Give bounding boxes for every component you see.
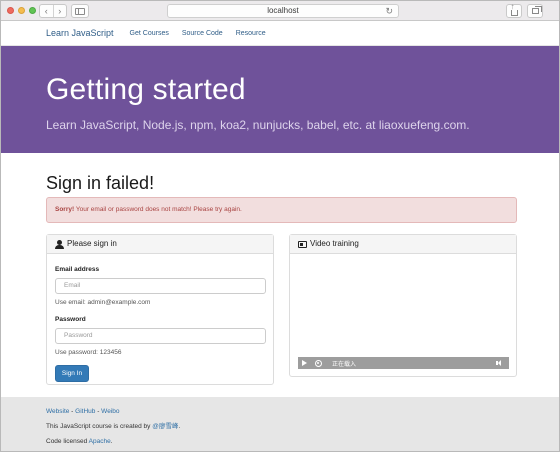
browser-toolbar: ‹ › localhost ↻ <box>1 1 559 21</box>
history-navigation: ‹ › <box>39 4 67 18</box>
play-icon[interactable] <box>302 360 307 366</box>
zoom-window-button[interactable] <box>29 7 36 14</box>
close-window-button[interactable] <box>7 7 14 14</box>
video-icon <box>298 240 307 248</box>
video-heading-text: Video training <box>310 239 359 248</box>
footer-link-website[interactable]: Website <box>46 408 69 415</box>
signin-form: Email address Email Use email: admin@exa… <box>47 254 273 382</box>
sidebar-toggle-button[interactable] <box>71 4 89 18</box>
alert-message: Your email or password does not match! P… <box>74 206 242 213</box>
footer-license-suffix: . <box>110 438 113 445</box>
jumbotron-title: Getting started <box>46 73 246 106</box>
footer-course-suffix: . <box>178 423 181 430</box>
nav-link-source-code[interactable]: Source Code <box>182 30 223 37</box>
video-controls: 正在载入 <box>298 357 509 369</box>
footer-license-prefix: Code licensed <box>46 438 89 445</box>
footer-link-weibo[interactable]: Weibo <box>101 408 119 415</box>
footer-author-link[interactable]: @廖雪峰 <box>152 423 178 430</box>
forward-icon[interactable]: › <box>54 5 67 17</box>
brand-link[interactable]: Learn JavaScript <box>46 28 114 38</box>
video-panel-heading: Video training <box>290 235 516 254</box>
share-icon <box>510 2 518 16</box>
browser-window: ‹ › localhost ↻ Learn JavaScript Get Cou… <box>0 0 560 452</box>
password-label: Password <box>55 316 86 323</box>
footer-license-link[interactable]: Apache <box>89 438 111 445</box>
sidebar-icon <box>75 7 85 15</box>
site-footer: Website - GitHub - Weibo This JavaScript… <box>1 397 559 451</box>
address-bar[interactable]: localhost ↻ <box>167 4 399 18</box>
nav-link-get-courses[interactable]: Get Courses <box>130 30 169 37</box>
reload-icon[interactable]: ↻ <box>385 5 393 17</box>
alert-strong: Sorry! <box>55 206 75 213</box>
footer-link-github[interactable]: GitHub <box>75 408 95 415</box>
footer-course-prefix: This JavaScript course is created by <box>46 423 153 430</box>
minimize-window-button[interactable] <box>18 7 25 14</box>
email-label: Email address <box>55 266 100 273</box>
password-field[interactable]: Password <box>55 328 266 344</box>
jumbotron: Getting started Learn JavaScript, Node.j… <box>1 46 559 153</box>
site-navbar: Learn JavaScript Get Courses Source Code… <box>1 21 559 46</box>
signin-heading-text: Please sign in <box>67 239 117 248</box>
signin-panel-heading: Please sign in <box>47 235 273 254</box>
tab-overview-button[interactable] <box>527 4 543 18</box>
address-text: localhost <box>267 6 299 15</box>
footer-links: Website - GitHub - Weibo <box>46 407 516 420</box>
page-title: Sign in failed! <box>46 173 155 193</box>
footer-course-credit: This JavaScript course is created by @廖雪… <box>46 422 516 435</box>
sign-in-button[interactable]: Sign In <box>55 365 89 382</box>
main-content: Sign in failed! Sorry! Your email or pas… <box>1 153 559 397</box>
video-player[interactable]: 正在载入 <box>298 262 509 369</box>
jumbotron-subtitle: Learn JavaScript, Node.js, npm, koa2, nu… <box>46 118 470 132</box>
signin-panel: Please sign in Email address Email Use e… <box>46 234 274 385</box>
email-help: Use email: admin@example.com <box>55 299 151 306</box>
nav-link-resource[interactable]: Resource <box>236 30 266 37</box>
share-button[interactable] <box>506 2 522 18</box>
user-icon <box>55 239 64 249</box>
volume-icon[interactable] <box>496 360 503 366</box>
video-loading-status: 正在载入 <box>332 361 357 368</box>
window-controls <box>7 7 36 14</box>
footer-license: Code licensed Apache. <box>46 437 516 450</box>
error-alert: Sorry! Your email or password does not m… <box>46 197 517 223</box>
email-field[interactable]: Email <box>55 278 266 294</box>
password-help: Use password: 123456 <box>55 349 122 356</box>
back-icon[interactable]: ‹ <box>40 5 54 17</box>
video-panel: Video training 正在载入 <box>289 234 517 377</box>
tabs-icon <box>531 6 542 14</box>
replay-icon[interactable] <box>315 359 322 367</box>
